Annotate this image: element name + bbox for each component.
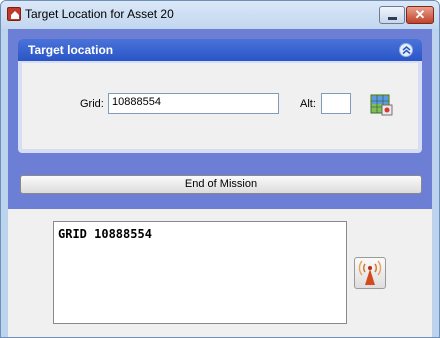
grid-input[interactable]: 10888554 xyxy=(108,93,279,114)
close-button[interactable]: ✕ xyxy=(406,6,434,24)
radio-tower-icon xyxy=(358,260,382,285)
message-area: GRID 10888554 xyxy=(8,209,432,337)
end-of-mission-button[interactable]: End of Mission xyxy=(20,175,422,194)
double-chevron-up-icon xyxy=(402,46,411,55)
message-box[interactable]: GRID 10888554 xyxy=(53,221,347,324)
app-icon xyxy=(7,7,21,21)
content-area: Target location Grid: 10888554 Alt: End … xyxy=(8,29,432,337)
close-icon: ✕ xyxy=(414,7,426,22)
alt-label: Alt: xyxy=(300,98,316,110)
panel-title: Target location xyxy=(28,43,114,57)
grid-label: Grid: xyxy=(80,98,104,110)
message-text: GRID 10888554 xyxy=(58,227,152,241)
title-bar[interactable]: Target Location for Asset 20 ✕ xyxy=(1,1,439,29)
transmit-button[interactable] xyxy=(354,257,386,289)
panel-header[interactable]: Target location xyxy=(18,39,422,61)
map-grid-icon xyxy=(370,94,393,116)
alt-input[interactable] xyxy=(321,93,351,114)
target-location-panel: Target location Grid: 10888554 Alt: xyxy=(18,39,422,153)
minimize-icon xyxy=(388,17,397,20)
window-title: Target Location for Asset 20 xyxy=(25,7,174,21)
minimize-button[interactable] xyxy=(379,6,405,24)
window: Target Location for Asset 20 ✕ Target lo… xyxy=(0,0,440,338)
collapse-button[interactable] xyxy=(399,43,413,57)
panel-body: Grid: 10888554 Alt: xyxy=(22,63,418,149)
map-button[interactable] xyxy=(369,93,395,117)
